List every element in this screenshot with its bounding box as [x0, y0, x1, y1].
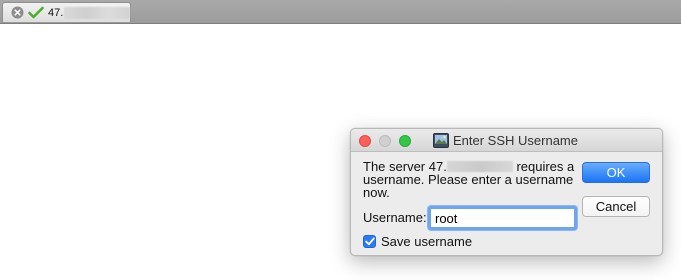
dialog-message: The server 47. requires a username. Plea… [363, 160, 579, 199]
close-window-button[interactable] [359, 135, 371, 147]
save-username-label: Save username [381, 234, 473, 249]
minimize-window-button [379, 135, 391, 147]
username-label: Username: [363, 210, 427, 225]
save-username-checkbox[interactable] [363, 235, 376, 248]
tab-strip: 47. [0, 0, 681, 24]
tab-title: 47. [48, 6, 64, 19]
ok-button[interactable]: OK [582, 162, 650, 183]
zoom-window-button[interactable] [399, 135, 411, 147]
app-icon [433, 133, 449, 148]
ssh-username-dialog: Enter SSH Username The server 47. requir… [350, 128, 663, 256]
username-field[interactable] [428, 206, 577, 230]
save-username-row[interactable]: Save username [363, 234, 472, 249]
redacted-host [446, 161, 513, 172]
connected-check-icon [28, 6, 44, 19]
redacted-host [64, 6, 130, 19]
close-icon[interactable] [11, 6, 24, 19]
dialog-title: Enter SSH Username [453, 133, 578, 148]
cancel-button[interactable]: Cancel [582, 196, 650, 217]
dialog-titlebar: Enter SSH Username [351, 129, 662, 152]
session-tab[interactable]: 47. [2, 2, 131, 22]
checkmark-icon [364, 237, 375, 246]
